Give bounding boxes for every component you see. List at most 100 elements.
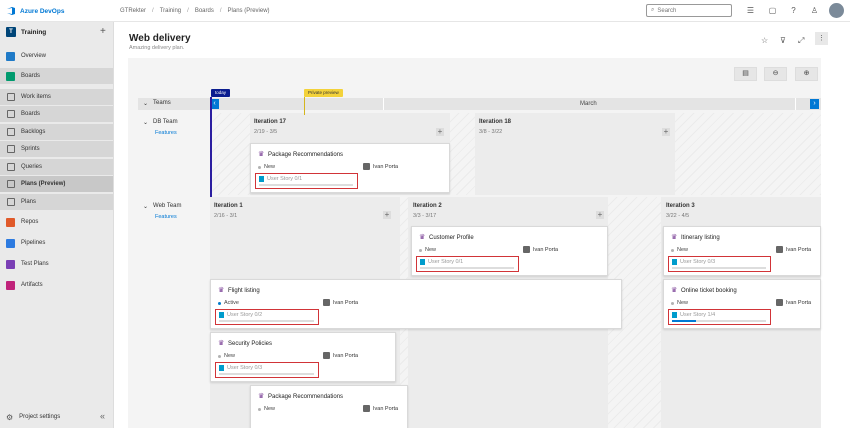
team-name: Web Team: [153, 203, 182, 209]
add-item-icon[interactable]: +: [596, 211, 604, 219]
iteration-title[interactable]: Iteration 18: [479, 119, 511, 125]
queries-icon: [7, 163, 15, 171]
card-view-icon[interactable]: ▤: [734, 67, 757, 81]
page-title: Web delivery: [129, 33, 191, 44]
user-settings-icon[interactable]: ♙: [810, 6, 819, 15]
search-input[interactable]: ⌕ Search: [646, 4, 732, 17]
card-progress[interactable]: User Story 0/2: [215, 309, 319, 325]
scroll-right-icon[interactable]: ›: [810, 99, 819, 109]
search-placeholder: Search: [657, 7, 677, 14]
feature-card[interactable]: ♛ Itinerary listing New Ivan Porta User …: [663, 226, 821, 276]
card-progress[interactable]: User Story 0/3: [668, 256, 771, 272]
state-label: New: [264, 406, 276, 412]
project-settings[interactable]: ⚙ Project settings: [0, 408, 113, 426]
iteration-title[interactable]: Iteration 17: [254, 119, 286, 125]
sidebar-item-work-items[interactable]: Work items: [0, 89, 113, 105]
breadcrumb-separator: /: [152, 8, 154, 14]
sidebar-item-boards-sub[interactable]: Boards: [0, 106, 113, 122]
add-item-icon[interactable]: +: [383, 211, 391, 219]
card-progress[interactable]: User Story 0/1: [416, 256, 519, 272]
card-progress[interactable]: User Story 1/4: [668, 309, 771, 325]
sidebar-item-repos[interactable]: Repos: [0, 214, 113, 230]
timeline-header: [138, 98, 821, 110]
breadcrumb-project[interactable]: Training: [160, 8, 181, 14]
plans-icon: [7, 198, 15, 206]
sidebar-item-plans[interactable]: Plans: [0, 194, 113, 210]
feature-card[interactable]: ♛ Flight listing Active Ivan Porta User …: [210, 279, 622, 329]
team-header-web[interactable]: ⌄ Web Team: [143, 203, 182, 210]
card-assignee[interactable]: Ivan Porta: [776, 246, 811, 253]
sidebar-item-boards[interactable]: Boards: [0, 68, 113, 84]
iteration-title[interactable]: Iteration 2: [413, 203, 442, 209]
add-item-icon[interactable]: +: [662, 128, 670, 136]
card-assignee[interactable]: Ivan Porta: [323, 352, 358, 359]
user-story-icon: [672, 312, 677, 318]
card-state: New: [258, 406, 275, 412]
card-assignee[interactable]: Ivan Porta: [323, 299, 358, 306]
avatar: [523, 246, 530, 253]
trophy-icon: ♛: [258, 151, 265, 158]
more-actions-icon[interactable]: ⋮: [815, 32, 828, 45]
collapse-sidebar-icon[interactable]: «: [100, 411, 105, 421]
chevron-down-icon: ⌄: [143, 204, 149, 210]
card-assignee[interactable]: Ivan Porta: [523, 246, 558, 253]
add-icon[interactable]: +: [100, 26, 106, 37]
team-backlog-link[interactable]: Features: [155, 130, 177, 136]
feature-card[interactable]: ♛ Package Recommendations New Ivan Porta: [250, 385, 408, 428]
state-label: New: [425, 247, 437, 253]
zoom-out-icon[interactable]: ⊖: [764, 67, 787, 81]
sidebar-item-sprints[interactable]: Sprints: [0, 141, 113, 157]
progress-track: [672, 267, 766, 269]
breadcrumb-boards[interactable]: Boards: [195, 8, 214, 14]
feature-card[interactable]: ♛ Package Recommendations New Ivan Porta…: [250, 143, 450, 193]
card-assignee[interactable]: Ivan Porta: [776, 299, 811, 306]
feature-card[interactable]: ♛ Customer Profile New Ivan Porta User S…: [411, 226, 608, 276]
sidebar-item-plans-preview[interactable]: Plans (Preview): [0, 176, 113, 192]
progress-label: User Story 0/1: [420, 259, 463, 265]
user-avatar[interactable]: [829, 3, 844, 18]
state-dot: [218, 354, 221, 358]
feature-card[interactable]: ♛ Online ticket booking New Ivan Porta U…: [663, 279, 821, 329]
team-backlog-link[interactable]: Features: [155, 214, 177, 220]
card-assignee[interactable]: Ivan Porta: [363, 405, 398, 412]
breadcrumb-plans[interactable]: Plans (Preview): [228, 8, 270, 14]
project-selector[interactable]: T Training: [6, 27, 46, 37]
artifacts-icon: [6, 280, 15, 290]
favorite-star-icon[interactable]: ☆: [761, 36, 768, 45]
card-progress[interactable]: User Story 0/1: [255, 173, 358, 189]
breadcrumb-separator: /: [219, 8, 222, 14]
trophy-icon: ♛: [419, 234, 426, 241]
feature-card[interactable]: ♛ Security Policies New Ivan Porta User …: [210, 332, 396, 382]
assignee-name: Ivan Porta: [786, 246, 812, 253]
help-icon[interactable]: ?: [789, 6, 798, 15]
progress-text: User Story 0/1: [267, 176, 303, 182]
avatar: [776, 299, 783, 306]
sidebar-item-overview[interactable]: Overview: [0, 48, 113, 64]
sidebar-item-artifacts[interactable]: Artifacts: [0, 277, 113, 293]
shopping-bag-icon[interactable]: ▢: [768, 6, 777, 15]
zoom-in-icon[interactable]: ⊕: [795, 67, 818, 81]
pipelines-icon: [6, 238, 15, 248]
milestone-marker[interactable]: Private preview: [304, 89, 343, 97]
assignee-name: Ivan Porta: [333, 299, 359, 306]
card-title-text: Itinerary listing: [681, 234, 720, 241]
iteration-title[interactable]: Iteration 3: [666, 203, 695, 209]
sidebar-item-test-plans[interactable]: Test Plans: [0, 256, 113, 272]
breadcrumb-org[interactable]: GTRekter: [120, 8, 146, 14]
add-item-icon[interactable]: +: [436, 128, 444, 136]
teams-header[interactable]: ⌄ Teams: [143, 100, 171, 107]
sidebar-item-queries[interactable]: Queries: [0, 159, 113, 175]
team-header-db[interactable]: ⌄ DB Team: [143, 119, 178, 126]
card-progress[interactable]: User Story 0/3: [215, 362, 319, 378]
card-assignee[interactable]: Ivan Porta: [363, 163, 398, 170]
state-dot: [671, 301, 674, 305]
sidebar-item-pipelines[interactable]: Pipelines: [0, 235, 113, 251]
trophy-icon: ♛: [671, 287, 678, 294]
iteration-title[interactable]: Iteration 1: [214, 203, 243, 209]
task-list-icon[interactable]: ☰: [746, 6, 755, 15]
filter-icon[interactable]: ⊽: [780, 36, 786, 45]
brand[interactable]: Azure DevOps: [6, 6, 64, 16]
fullscreen-icon[interactable]: ⤢: [798, 36, 804, 46]
sidebar-item-backlogs[interactable]: Backlogs: [0, 124, 113, 140]
assignee-name: Ivan Porta: [373, 163, 399, 170]
